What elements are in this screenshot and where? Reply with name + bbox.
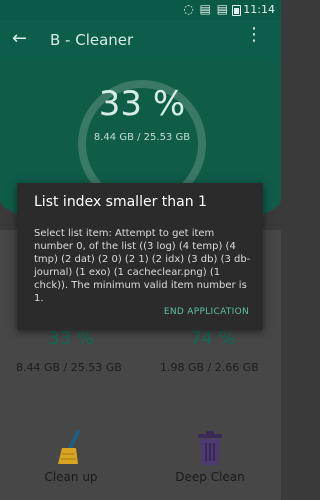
status-bar: ◌ ▤ ▤ 11:14	[0, 0, 281, 20]
ram-usage: 1.98 GB / 2.66 GB	[160, 361, 259, 374]
status-icons: ◌ ▤ ▤	[183, 2, 229, 16]
dialog-message: Select list item: Attempt to get item nu…	[34, 228, 251, 304]
more-options-icon[interactable]: ⋮	[245, 26, 263, 44]
storage-usage: 8.44 GB / 25.53 GB	[93, 132, 191, 143]
trash-icon	[195, 430, 225, 466]
battery-icon	[232, 5, 241, 16]
end-application-button[interactable]: END APPLICATION	[164, 307, 249, 317]
back-arrow-icon[interactable]: ←	[12, 28, 27, 49]
ram-percent: 74 %	[190, 328, 236, 349]
deep-clean-button[interactable]: Deep Clean	[165, 430, 255, 484]
clean-up-label: Clean up	[44, 470, 98, 484]
deep-clean-label: Deep Clean	[175, 470, 245, 484]
clean-up-button[interactable]: Clean up	[26, 430, 116, 484]
app-title: B - Cleaner	[50, 31, 134, 49]
app-bar: ← B - Cleaner ⋮	[0, 20, 281, 60]
dialog-title: List index smaller than 1	[34, 194, 207, 210]
status-time: 11:14	[243, 3, 275, 16]
error-dialog: List index smaller than 1 Select list it…	[17, 183, 263, 330]
storage-percent: 33 %	[98, 84, 186, 124]
internal-storage-usage: 8.44 GB / 25.53 GB	[16, 361, 122, 374]
broom-icon	[56, 430, 86, 466]
internal-storage-percent: 33 %	[48, 328, 94, 349]
